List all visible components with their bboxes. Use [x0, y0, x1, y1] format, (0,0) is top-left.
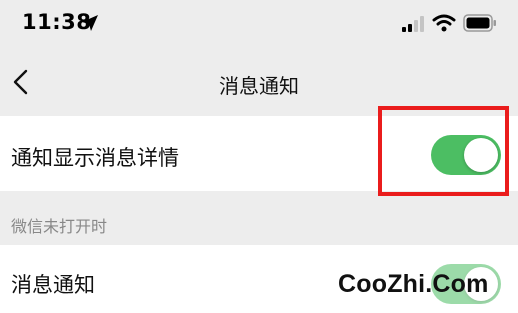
cellular-signal-icon: [402, 16, 426, 32]
battery-icon: [463, 14, 497, 32]
section-header: 微信未打开时: [0, 191, 518, 245]
page-title: 消息通知: [219, 74, 299, 98]
message-notification-label: 消息通知: [11, 273, 95, 297]
watermark-text: CooZhi.Com: [338, 270, 489, 298]
notification-settings-screen: 11:38 消息通知 通知显示消息详情 微信未打开时 消息通知 CooZhi.C…: [0, 0, 518, 313]
wifi-icon: [432, 14, 456, 32]
location-arrow-icon: [80, 13, 100, 33]
toggle-knob: [464, 138, 498, 172]
show-details-label: 通知显示消息详情: [11, 146, 179, 170]
show-details-toggle[interactable]: [431, 135, 501, 175]
section-header-text: 微信未打开时: [11, 217, 108, 236]
navigation-bar: 消息通知: [0, 50, 518, 114]
status-bar: 11:38: [0, 0, 518, 50]
